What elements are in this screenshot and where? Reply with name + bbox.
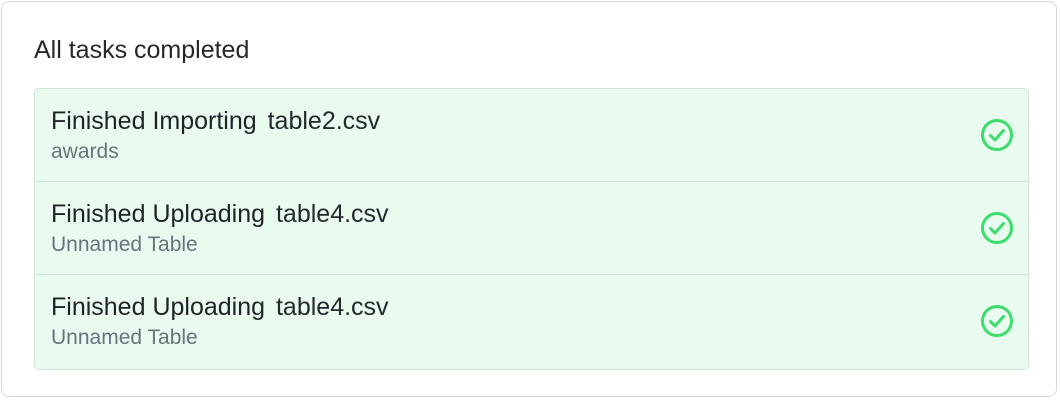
task-filename: table4.csv: [275, 293, 389, 321]
task-list: Finished Importing table2.csv awards Fin…: [34, 88, 1029, 370]
tasks-panel: All tasks completed Finished Importing t…: [1, 1, 1057, 397]
task-subtitle: Unnamed Table: [51, 326, 198, 349]
task-action: Finished Importing: [51, 107, 257, 135]
task-subtitle: awards: [51, 140, 119, 163]
task-action: Finished Uploading: [51, 200, 266, 228]
check-circle-icon: [981, 305, 1013, 337]
panel-title: All tasks completed: [34, 36, 250, 64]
task-headline: Finished Uploading table4.csv: [51, 198, 389, 230]
list-item[interactable]: Finished Importing table2.csv awards: [35, 89, 1028, 182]
task-headline: Finished Uploading table4.csv: [51, 291, 389, 323]
task-filename: table4.csv: [275, 200, 389, 228]
check-circle-icon: [981, 212, 1013, 244]
task-headline: Finished Importing table2.csv: [51, 105, 380, 137]
list-item[interactable]: Finished Uploading table4.csv Unnamed Ta…: [35, 275, 1028, 369]
list-item[interactable]: Finished Uploading table4.csv Unnamed Ta…: [35, 182, 1028, 275]
task-action: Finished Uploading: [51, 293, 266, 321]
check-circle-icon: [981, 119, 1013, 151]
task-filename: table2.csv: [267, 107, 381, 135]
task-subtitle: Unnamed Table: [51, 233, 198, 256]
